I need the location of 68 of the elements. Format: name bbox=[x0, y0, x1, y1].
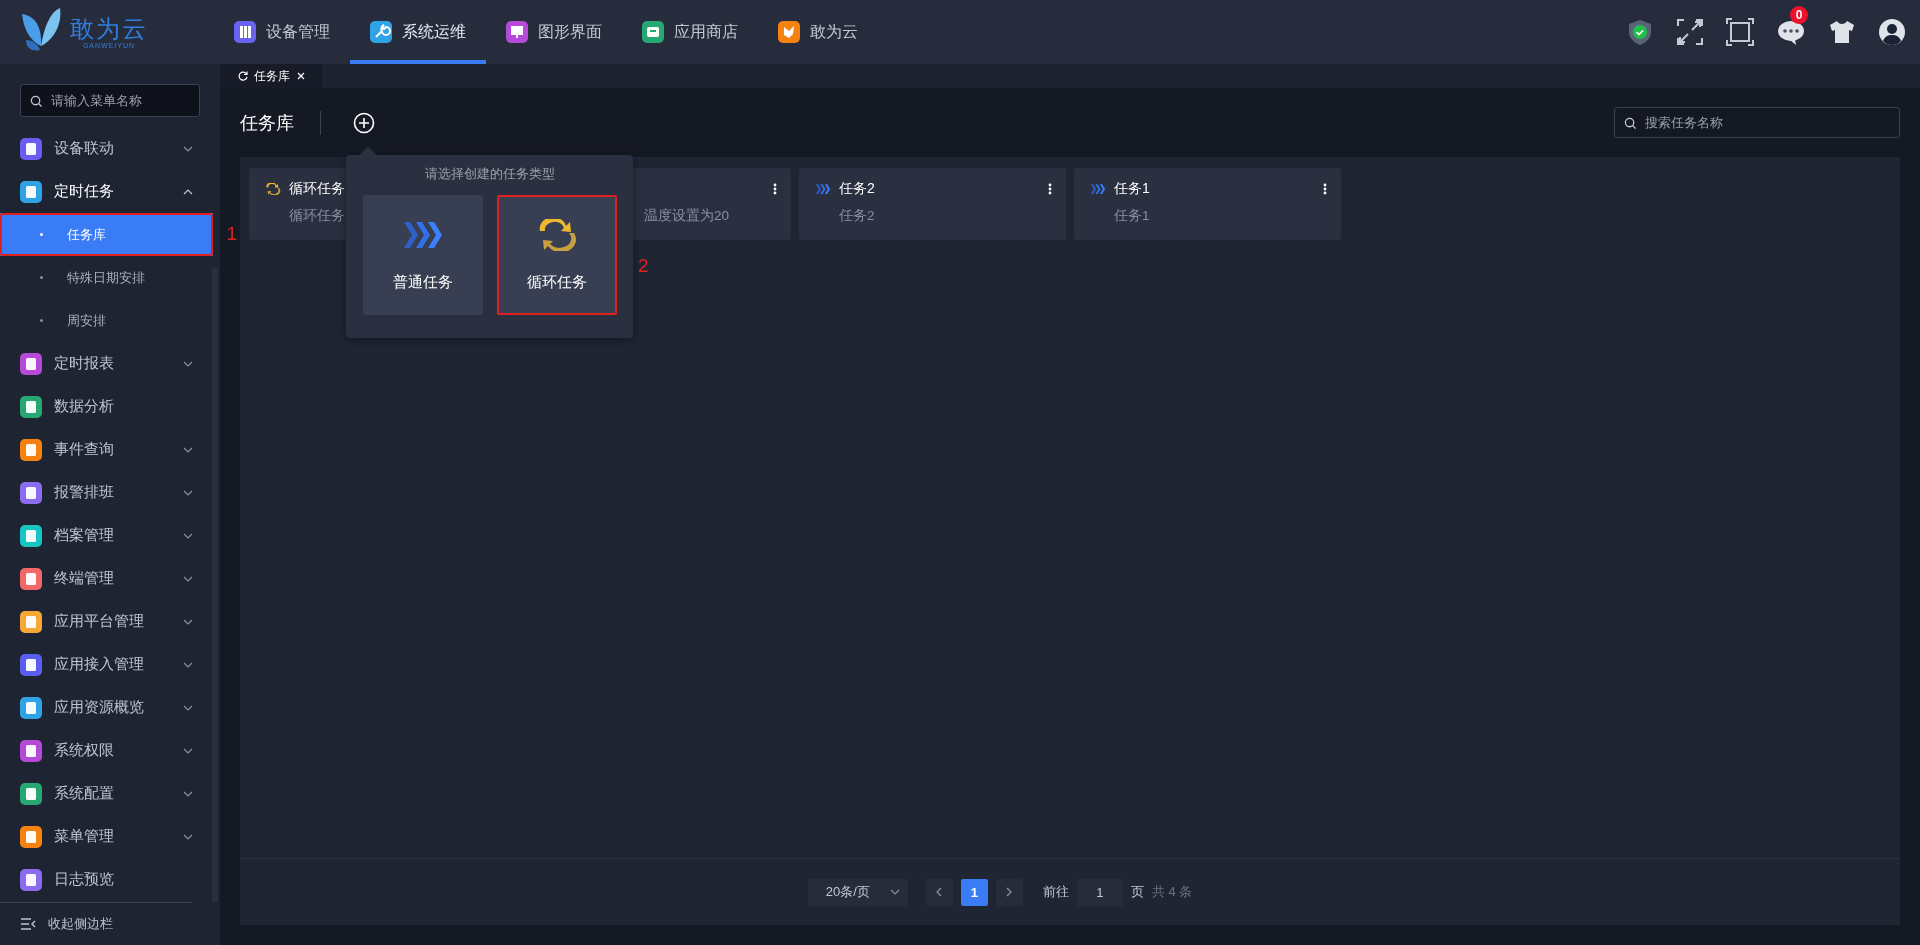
loop-icon bbox=[265, 183, 281, 195]
shirt-icon bbox=[1828, 18, 1856, 46]
chevrons-icon bbox=[1090, 183, 1106, 195]
menu-item[interactable]: 应用资源概览 bbox=[0, 686, 213, 729]
task-title: 任务1 bbox=[1114, 180, 1150, 198]
callout-number: 1 bbox=[226, 223, 237, 245]
menu-item[interactable]: 档案管理 bbox=[0, 514, 213, 557]
total-count: 共 4 条 bbox=[1151, 883, 1193, 901]
task-card[interactable]: 任务2 任务2 bbox=[799, 168, 1066, 240]
page-title: 任务库 bbox=[240, 110, 321, 135]
chevron-down-icon bbox=[889, 887, 900, 897]
task-title: 任务2 bbox=[839, 180, 875, 198]
chevrons-icon bbox=[815, 183, 831, 195]
menu-item[interactable]: 定时报表 bbox=[0, 342, 213, 385]
nav-tab[interactable]: 敢为云 bbox=[758, 0, 878, 64]
task-description: 温度设置为20 bbox=[643, 207, 731, 225]
plus-icon bbox=[353, 111, 375, 134]
more-icon[interactable] bbox=[773, 183, 777, 195]
chevron-right-icon bbox=[1005, 887, 1014, 897]
menu-item[interactable]: 应用平台管理 bbox=[0, 600, 213, 643]
refresh-icon bbox=[238, 71, 248, 81]
menu-item[interactable]: 系统权限 bbox=[0, 729, 213, 772]
task-type-option[interactable]: 循环任务 bbox=[496, 195, 617, 315]
search-icon bbox=[30, 94, 43, 108]
menu-item[interactable]: 报警排班 bbox=[0, 471, 213, 514]
menu-item[interactable]: 事件查询 bbox=[0, 428, 213, 471]
more-icon[interactable] bbox=[1048, 183, 1052, 195]
more-icon[interactable] bbox=[1323, 183, 1327, 195]
close-icon bbox=[296, 71, 306, 81]
nav-tab[interactable]: 图形界面 bbox=[486, 0, 622, 64]
task-description: 任务2 bbox=[838, 207, 876, 225]
search-icon bbox=[1624, 116, 1637, 130]
task-type-option[interactable]: 普通任务 bbox=[362, 195, 483, 315]
menu-item[interactable]: 菜单管理 bbox=[0, 815, 213, 858]
frame-icon bbox=[1726, 18, 1754, 46]
menu-item[interactable]: 日志预览 bbox=[0, 858, 213, 901]
goto-label: 前往 bbox=[1042, 883, 1069, 901]
collapse-sidebar-link[interactable]: 收起侧边栏 bbox=[48, 915, 113, 933]
fullscreen-icon bbox=[1676, 18, 1704, 46]
task-card[interactable]: 任务1 任务1 bbox=[1074, 168, 1341, 240]
task-description: 任务1 bbox=[1113, 207, 1151, 225]
collapse-icon bbox=[20, 917, 36, 931]
page-unit-label: 页 bbox=[1130, 883, 1144, 901]
shield-icon bbox=[1626, 18, 1654, 46]
page-size-select[interactable]: 20条/页 bbox=[807, 878, 908, 906]
chevron-left-icon bbox=[935, 887, 944, 897]
notification-badge: 0 bbox=[1790, 6, 1808, 24]
chat-icon bbox=[1776, 18, 1806, 46]
submenu-item[interactable]: 周安排 bbox=[0, 299, 213, 342]
callout-number: 2 bbox=[638, 255, 649, 277]
task-title: 循环任务 bbox=[289, 180, 345, 198]
menu-item[interactable]: 系统配置 bbox=[0, 772, 213, 815]
menu-item[interactable]: 设备联动 bbox=[0, 127, 213, 170]
avatar-icon bbox=[1878, 18, 1906, 46]
nav-tab[interactable]: 应用商店 bbox=[622, 0, 758, 64]
nav-tab[interactable]: 设备管理 bbox=[214, 0, 350, 64]
submenu-item[interactable]: 特殊日期安排 bbox=[0, 256, 213, 299]
task-search-field[interactable]: 搜索任务名称 bbox=[1614, 107, 1900, 138]
menu-item[interactable]: 应用接入管理 bbox=[0, 643, 213, 686]
menu-item[interactable]: 终端管理 bbox=[0, 557, 213, 600]
menu-item[interactable]: 数据分析 bbox=[0, 385, 213, 428]
logo-text: 敢为云 bbox=[70, 15, 148, 42]
goto-page-field[interactable]: 1 bbox=[1076, 878, 1123, 906]
menu-search-field[interactable]: 请输入菜单名称 bbox=[20, 84, 200, 117]
menu-item[interactable]: 定时任务 bbox=[0, 170, 213, 213]
task-description: 循环任务 bbox=[288, 207, 346, 225]
page-number-button[interactable]: 1 bbox=[960, 878, 988, 906]
page-tab[interactable]: 任务库 bbox=[220, 64, 322, 88]
